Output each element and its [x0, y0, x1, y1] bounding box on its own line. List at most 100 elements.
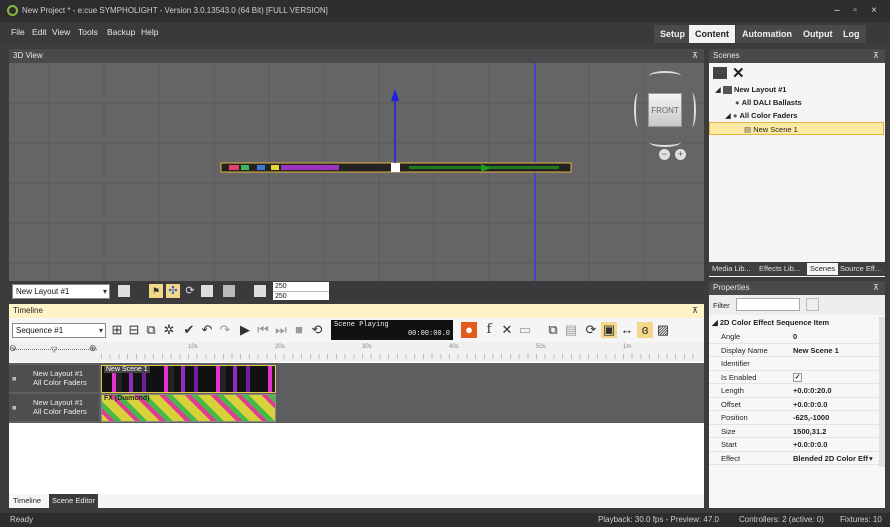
sequence-select[interactable]: Sequence #1 ▾ — [12, 323, 106, 338]
tab-effects-lib[interactable]: Effects Lib... — [759, 263, 800, 275]
filter-input[interactable] — [736, 298, 800, 311]
settings-icon[interactable]: ✲ — [161, 322, 177, 338]
timeline-ruler[interactable]: 10s 20s 30s 40s 50s 1m — [101, 344, 701, 360]
view-cube-left-arrow-icon[interactable] — [634, 93, 642, 127]
menu-backup[interactable]: Backup — [107, 27, 135, 37]
tree-item-dali[interactable]: ● All DALI Ballasts — [735, 96, 802, 109]
zoom-slider-thumb[interactable]: ▽ — [51, 345, 57, 354]
tree-item-faders[interactable]: ◢ ● All Color Faders — [725, 109, 797, 122]
tree-item-scene-1[interactable]: ▤ New Scene 1 — [709, 122, 884, 135]
property-group-label: 2D Color Effect Sequence Item — [719, 318, 830, 327]
filter-options-icon[interactable] — [806, 298, 819, 311]
grid-icon[interactable] — [254, 285, 266, 297]
fixture-view-icon[interactable] — [118, 285, 130, 297]
prop-start-value[interactable]: +0.0:0:0.0 — [793, 438, 827, 452]
new-scene-icon[interactable] — [713, 67, 727, 79]
view-cube-face[interactable]: FRONT — [648, 93, 682, 127]
stop-icon[interactable]: ■ — [291, 322, 307, 338]
tab-automation[interactable]: Automation — [736, 25, 798, 43]
redo-icon[interactable]: ↷ — [217, 322, 233, 338]
properties-pin-icon[interactable]: ⊼ — [873, 281, 879, 295]
zoom-out-small-icon[interactable]: ⊖ — [9, 343, 17, 354]
clip-fx-diamond[interactable]: FX (Diamond) — [101, 394, 276, 422]
prop-offset-value[interactable]: +0.0:0:0.0 — [793, 398, 827, 412]
grid-size-b-field[interactable]: 250 — [273, 291, 329, 300]
menu-view[interactable]: View — [52, 27, 70, 37]
image-icon[interactable]: ▨ — [655, 322, 671, 338]
tab-timeline[interactable]: Timeline — [13, 496, 41, 505]
loop-icon[interactable]: ⟲ — [309, 322, 325, 338]
remove-track-icon[interactable]: ⊟ — [126, 322, 142, 338]
minimize-button[interactable]: – — [829, 4, 845, 18]
stretch-icon[interactable]: ↔ — [619, 322, 635, 338]
menu-edit[interactable]: Edit — [32, 27, 47, 37]
zoom-out-icon[interactable]: − — [659, 149, 670, 160]
view-cube-right-arrow-icon[interactable] — [688, 93, 696, 127]
snap-icon[interactable]: ɞ — [637, 322, 653, 338]
view-cube-bottom-arrow-icon[interactable] — [649, 137, 681, 147]
prop-is-enabled-checkbox[interactable]: ✓ — [793, 372, 802, 382]
tab-content[interactable]: Content — [689, 25, 735, 43]
scenes-pin-icon[interactable]: ⊼ — [873, 49, 879, 63]
delete-icon[interactable]: ✕ — [499, 322, 515, 338]
track-toggle-icon[interactable]: ■ — [12, 403, 17, 412]
prop-length-value[interactable]: +0.0:0:20.0 — [793, 384, 832, 398]
record-icon[interactable]: ● — [461, 322, 477, 338]
tab-output[interactable]: Output — [797, 25, 839, 43]
undo-icon[interactable]: ↶ — [199, 322, 215, 338]
add-track-icon[interactable]: ⊞ — [109, 322, 125, 338]
tab-source-effects[interactable]: Source Eff... — [840, 263, 881, 275]
tab-media-lib[interactable]: Media Lib... — [712, 263, 751, 275]
tab-log[interactable]: Log — [837, 25, 866, 43]
view3d-pin-icon[interactable]: ⊼ — [692, 49, 698, 63]
zoom-in-small-icon[interactable]: ⊕ — [89, 343, 97, 354]
prop-display-name-value[interactable]: New Scene 1 — [793, 344, 839, 358]
prop-angle-value[interactable]: 0 — [793, 330, 797, 344]
timeline-pin-icon[interactable]: ⊼ — [692, 304, 698, 318]
apply-icon[interactable]: ✔ — [181, 322, 197, 338]
insert-icon[interactable]: ▭ — [517, 322, 533, 338]
tab-setup[interactable]: Setup — [654, 25, 692, 43]
copy-icon[interactable]: ⧉ — [143, 322, 159, 338]
view-cube-top-arrow-icon[interactable] — [649, 71, 681, 81]
menu-tools[interactable]: Tools — [78, 27, 98, 37]
close-button[interactable]: × — [866, 4, 882, 18]
title-bar: New Project * - e:cue SYMPHOLIGHT - Vers… — [0, 0, 890, 22]
property-group[interactable]: ◢ 2D Color Effect Sequence Item — [709, 317, 879, 329]
track-toggle-icon[interactable]: ■ — [12, 374, 17, 383]
menu-help[interactable]: Help — [141, 27, 158, 37]
tree-item-layout[interactable]: ◢ New Layout #1 — [715, 83, 786, 96]
group-icon[interactable]: ⧉ — [545, 322, 561, 338]
function-icon[interactable]: f — [481, 322, 497, 338]
play-icon[interactable]: ▶ — [237, 322, 253, 338]
track-header-2[interactable]: New Layout #1 All Color Faders ■ — [9, 394, 99, 421]
camera-icon[interactable] — [223, 285, 235, 297]
view3d-canvas[interactable] — [9, 63, 704, 281]
zoom-in-icon[interactable]: + — [675, 149, 686, 160]
scale-tool-icon[interactable] — [201, 285, 213, 297]
refresh-icon[interactable]: ⟳ — [583, 322, 599, 338]
properties-scrollbar[interactable] — [879, 317, 885, 467]
grid-size-a-field[interactable]: 250 — [273, 282, 329, 291]
move-tool-icon[interactable]: ✣ — [166, 284, 180, 298]
chevron-down-icon[interactable]: ▾ — [869, 452, 873, 466]
prop-size-value[interactable]: 1500,31.2 — [793, 425, 826, 439]
prop-position-value[interactable]: -625,-1000 — [793, 411, 829, 425]
delete-scene-icon[interactable]: ✕ — [732, 64, 745, 82]
fit-view-icon[interactable]: ▣ — [601, 322, 617, 338]
ruler-label: 50s — [536, 344, 546, 350]
clip-new-scene[interactable]: New Scene 1 — [101, 365, 276, 393]
layout-select[interactable]: New Layout #1 ▾ — [12, 284, 110, 299]
tab-scene-editor[interactable]: Scene Editor — [49, 494, 98, 508]
tab-scenes[interactable]: Scenes — [807, 263, 839, 275]
paste-icon[interactable]: ▤ — [563, 322, 579, 338]
select-tool-icon[interactable]: ⚑ — [149, 284, 163, 298]
track-header-1[interactable]: New Layout #1 All Color Faders ■ — [9, 365, 99, 392]
prop-effect-value[interactable]: Blended 2D Color Eff — [793, 452, 868, 466]
rotate-tool-icon[interactable]: ⟳ — [183, 284, 197, 298]
skip-back-icon[interactable]: ⏮ — [255, 322, 271, 338]
maximize-button[interactable]: ▫ — [847, 4, 863, 18]
menu-file[interactable]: File — [11, 27, 25, 37]
skip-forward-icon[interactable]: ⏭ — [273, 322, 289, 338]
view-cube[interactable]: FRONT − + — [629, 69, 701, 179]
